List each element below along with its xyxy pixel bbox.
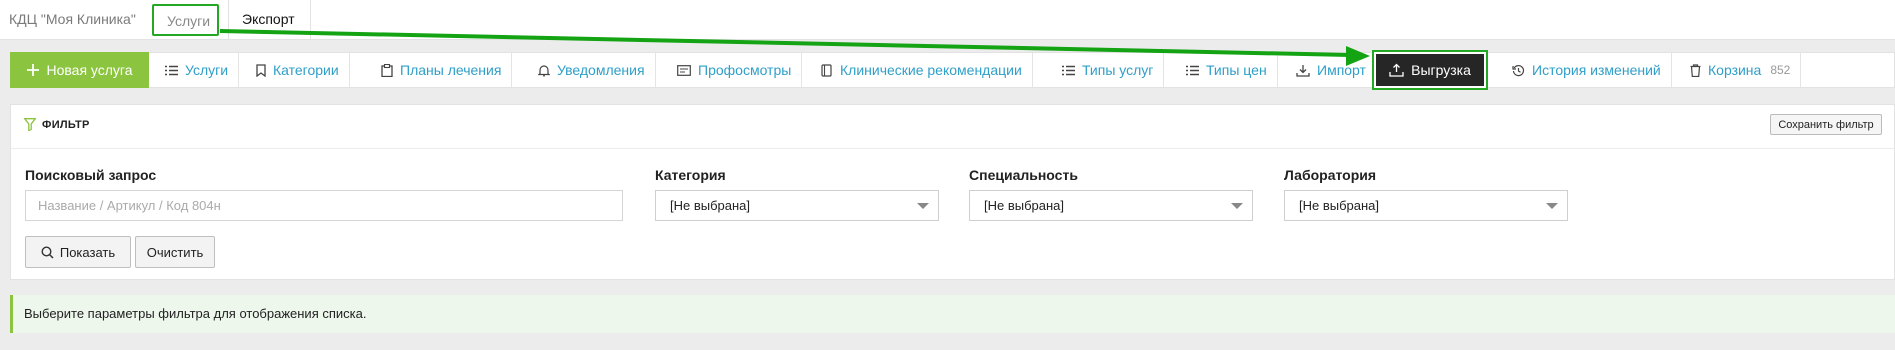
category-label: Категория [655, 167, 726, 183]
clinic-name: КДЦ "Моя Клиника" [9, 11, 136, 27]
chevron-down-icon [917, 203, 929, 209]
filter-panel: ФИЛЬТР Сохранить фильтр Поисковый запрос… [10, 104, 1895, 280]
tab-services[interactable]: Услуги [152, 4, 219, 36]
chevron-down-icon [1546, 203, 1558, 209]
trash-icon [1690, 63, 1701, 77]
toolbar-item-change-history[interactable]: История изменений [1502, 53, 1672, 87]
clipboard-icon [381, 63, 393, 77]
clear-button[interactable]: Очистить [135, 236, 215, 268]
search-label: Поисковый запрос [25, 167, 157, 183]
bell-icon [538, 64, 550, 76]
show-button[interactable]: Показать [25, 236, 131, 268]
book-icon [821, 63, 832, 77]
history-icon [1512, 64, 1525, 76]
toolbar-item-service-types[interactable]: Типы услуг [1052, 53, 1165, 87]
toolbar-item-notifications[interactable]: Уведомления [528, 53, 656, 87]
download-icon [1296, 64, 1310, 77]
toolbar-item-services[interactable]: Услуги [155, 53, 240, 87]
toolbar-item-checkups[interactable]: Профосмотры [667, 53, 803, 87]
services-toolbar: Новая услуга Услуги Категории Планы лече… [10, 50, 1895, 90]
tab-export[interactable]: Экспорт [228, 0, 311, 40]
new-service-button[interactable]: Новая услуга [10, 52, 149, 88]
filter-panel-header: ФИЛЬТР Сохранить фильтр [11, 105, 1894, 149]
new-service-label: Новая услуга [46, 62, 133, 78]
toolbar-item-trash[interactable]: Корзина 852 [1680, 53, 1802, 87]
specialty-select[interactable]: [Не выбрана] [969, 190, 1253, 221]
category-select[interactable]: [Не выбрана] [655, 190, 939, 221]
list-icon [1186, 65, 1199, 75]
toolbar-item-categories[interactable]: Категории [246, 53, 350, 87]
laboratory-label: Лаборатория [1284, 167, 1377, 183]
filter-title: ФИЛЬТР [24, 118, 90, 131]
save-filter-button[interactable]: Сохранить фильтр [1770, 114, 1882, 135]
search-icon [41, 245, 54, 259]
plus-icon [27, 64, 40, 76]
info-alert: Выберите параметры фильтра для отображен… [10, 295, 1895, 333]
bookmark-icon [256, 63, 266, 77]
id-card-icon [677, 64, 691, 76]
upload-icon [1389, 63, 1404, 77]
export-button[interactable]: Выгрузка [1372, 50, 1488, 90]
list-icon [165, 65, 178, 75]
toolbar-item-treatment-plans[interactable]: Планы лечения [371, 53, 513, 87]
laboratory-select[interactable]: [Не выбрана] [1284, 190, 1568, 221]
funnel-icon [24, 118, 36, 131]
list-icon [1062, 65, 1075, 75]
specialty-label: Специальность [969, 167, 1078, 183]
trash-count-badge: 852 [1770, 63, 1791, 77]
toolbar-item-price-types[interactable]: Типы цен [1176, 53, 1278, 87]
search-input[interactable]: Название / Артикул / Код 804н [25, 190, 623, 221]
export-label: Выгрузка [1411, 62, 1471, 78]
top-bar: КДЦ "Моя Клиника" Услуги Экспорт [0, 0, 1895, 40]
toolbar-item-clinical-guidelines[interactable]: Клинические рекомендации [811, 53, 1033, 87]
toolbar-item-import[interactable]: Импорт [1286, 53, 1376, 87]
chevron-down-icon [1231, 203, 1243, 209]
